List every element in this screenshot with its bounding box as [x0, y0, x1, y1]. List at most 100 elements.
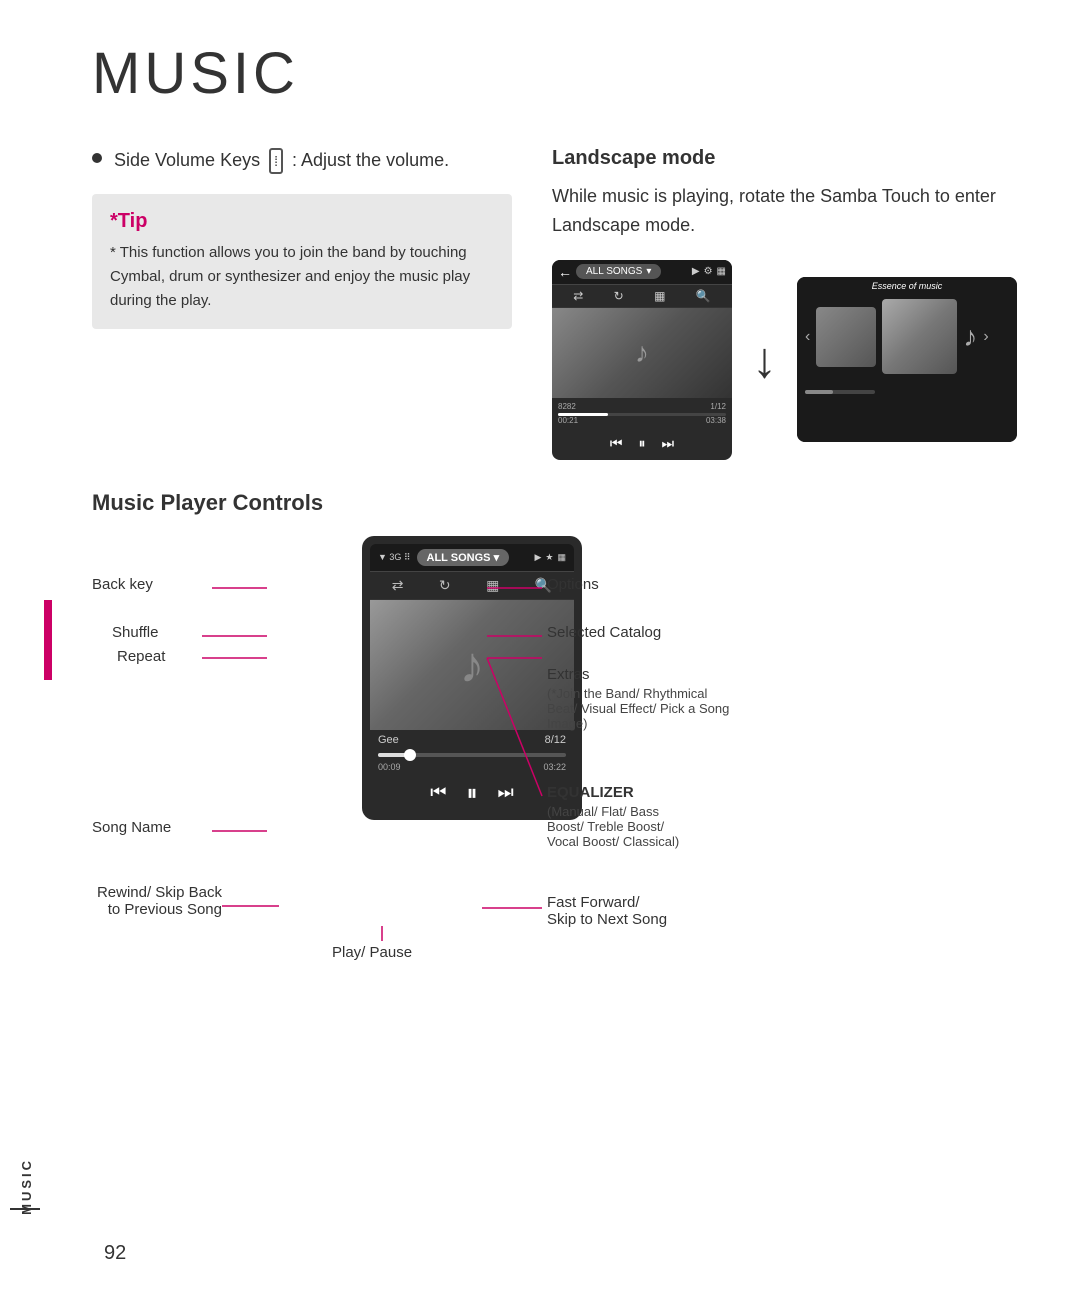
tip-asterisk: *: [110, 244, 116, 261]
main-content: MUSIC Side Volume Keys ⁞ : Adjust the vo…: [52, 0, 1080, 1295]
album-art: ♪: [552, 308, 732, 398]
volume-icon: ⁞: [269, 148, 283, 174]
rewind-btn[interactable]: ⏮: [610, 435, 623, 452]
screen2-inner: Essence of music ‹ ♪ ›: [797, 277, 1017, 442]
bullet-text-after: : Adjust the volume.: [292, 150, 449, 170]
bp-pause-btn[interactable]: ⏸: [466, 780, 477, 806]
screen1-progress: 8282 1/12 00:21 03:38: [552, 398, 732, 431]
screen1-icon2: ⚙: [704, 266, 713, 277]
prog-bar: [558, 413, 726, 416]
bp-transport: ⏮ ⏸ ⏭: [370, 774, 574, 812]
bullet-text: Side Volume Keys ⁞ : Adjust the volume.: [114, 147, 449, 174]
bp-list-icon: ▦: [557, 552, 566, 563]
screen1-icon1: ▶: [692, 266, 700, 277]
controls-title: Music Player Controls: [92, 490, 1030, 516]
tip-title: *Tip: [110, 210, 494, 233]
screen2-title: Essence of music: [797, 277, 1017, 295]
diagram-wrapper: ▼ 3G ⠿ ALL SONGS ▾ ▶ ★ ▦: [92, 536, 992, 956]
sc-shuffle-icon: ⇄: [573, 289, 583, 303]
screen2-progress: [805, 382, 875, 386]
page: MUSIC MUSIC Side Volume Keys ⁞ : Adjust …: [0, 0, 1080, 1295]
sc-repeat-icon: ↻: [614, 289, 624, 303]
label-play-pause: Play/ Pause: [332, 944, 412, 961]
bp-time-total: 03:22: [543, 762, 566, 772]
diagram-phone: ▼ 3G ⠿ ALL SONGS ▾ ▶ ★ ▦: [222, 536, 582, 820]
pause-btn[interactable]: ⏸: [639, 435, 646, 452]
bp-prog-fill: [378, 753, 406, 757]
bp-songinfo: Gee 8/12: [370, 730, 574, 750]
controls-section: Music Player Controls ▼ 3G ⠿ ALL SONGS ▾: [92, 490, 1030, 956]
label-equalizer: EQUALIZER: [547, 784, 634, 801]
track-count: 1/12: [710, 402, 726, 411]
screen2-carousel: ‹ ♪ ›: [797, 295, 1017, 378]
bp-eq-icon: ▦: [486, 577, 499, 594]
tip-box: *Tip * This function allows you to join …: [92, 194, 512, 329]
screen1-back-icon: ←: [558, 264, 572, 280]
bullet-text-before: Side Volume Keys: [114, 150, 260, 170]
prog-fill: [558, 413, 608, 416]
sidebar-label: MUSIC: [19, 1158, 34, 1215]
label-repeat: Repeat: [117, 648, 165, 665]
bp-prog-area: [370, 750, 574, 760]
time-current: 00:21: [558, 416, 578, 425]
screen1-transport: ⏮ ⏸ ⏭: [552, 431, 732, 456]
label-extras-detail: (*Join the Band/ RhythmicalBeat/ Visual …: [547, 686, 729, 731]
album-art-img: ♪: [635, 337, 649, 369]
arrow-down: ↓: [752, 331, 777, 389]
bp-repeat-icon: ↻: [439, 577, 451, 594]
bp-play-icon: ▶: [534, 552, 541, 563]
time-total: 03:38: [706, 416, 726, 425]
label-selected-catalog: Selected Catalog: [547, 624, 661, 641]
bp-rewind-btn[interactable]: ⏮: [430, 782, 446, 803]
bp-prog-bar: [378, 753, 566, 757]
screen1-title: ALL SONGS: [586, 266, 642, 277]
carousel-item-2: [882, 299, 957, 374]
label-equalizer-detail: (Manual/ Flat/ BassBoost/ Treble Boost/V…: [547, 804, 679, 849]
bp-shuffle-icon: ⇄: [392, 577, 404, 594]
bp-settings-icon: ★: [545, 552, 553, 563]
bp-controls: ⇄ ↻ ▦ 🔍: [370, 572, 574, 600]
screen1-controls: ⇄ ↻ ▦ 🔍: [552, 285, 732, 308]
screenshots: ← ALL SONGS ▾ ▶ ⚙ ▦: [552, 260, 1030, 460]
left-column: Side Volume Keys ⁞ : Adjust the volume. …: [92, 147, 512, 460]
bp-dropdown: ▾: [494, 552, 500, 564]
bp-track: 8/12: [545, 734, 566, 746]
bp-time: 00:09 03:22: [370, 760, 574, 774]
screen1-icon3: ▦: [717, 266, 726, 277]
carousel-right-arrow: ›: [983, 328, 988, 346]
sc-search-icon: 🔍: [696, 289, 711, 303]
bp-title-bar: ALL SONGS ▾: [417, 549, 510, 566]
sc-eq-icon: ▦: [654, 289, 665, 303]
screen1-dropdown-icon: ▾: [646, 266, 651, 277]
sidebar: MUSIC: [0, 0, 52, 1295]
label-song-name: Song Name: [92, 819, 171, 836]
bp-album: ♪: [370, 600, 574, 730]
bp-title: ALL SONGS: [427, 552, 491, 564]
track-info: 8282: [558, 402, 576, 411]
bullet-dot: [92, 153, 102, 163]
label-rewind: Rewind/ Skip Backto Previous Song: [92, 884, 222, 918]
screen2-bottom: [797, 378, 1017, 390]
forward-btn[interactable]: ⏭: [662, 435, 675, 452]
bp-forward-btn[interactable]: ⏭: [498, 782, 514, 803]
screen1-title-bar: ALL SONGS ▾: [576, 264, 661, 279]
label-options: Options: [547, 576, 599, 593]
right-column: Landscape mode While music is playing, r…: [552, 147, 1030, 460]
label-back-key: Back key: [92, 576, 153, 593]
bp-prog-thumb: [404, 749, 416, 761]
carousel-item-1: [816, 307, 876, 367]
phone-screen-2: Essence of music ‹ ♪ ›: [797, 277, 1017, 442]
bp-status: ▼ 3G ⠿: [378, 552, 411, 563]
page-number: 92: [104, 1242, 126, 1265]
sidebar-accent-bar: [44, 600, 52, 680]
prog-row: 8282 1/12: [558, 402, 726, 411]
bp-album-note: ♪: [460, 636, 485, 694]
page-title: MUSIC: [92, 40, 1030, 107]
top-section: Side Volume Keys ⁞ : Adjust the volume. …: [92, 147, 1030, 460]
tip-body: This function allows you to join the ban…: [110, 244, 470, 309]
landscape-title: Landscape mode: [552, 147, 1030, 170]
carousel-left-arrow: ‹: [805, 328, 810, 346]
sidebar-line: [10, 1208, 40, 1210]
screen1-icons: ▶ ⚙ ▦: [692, 266, 726, 277]
bp-song-name: Gee: [378, 734, 399, 746]
